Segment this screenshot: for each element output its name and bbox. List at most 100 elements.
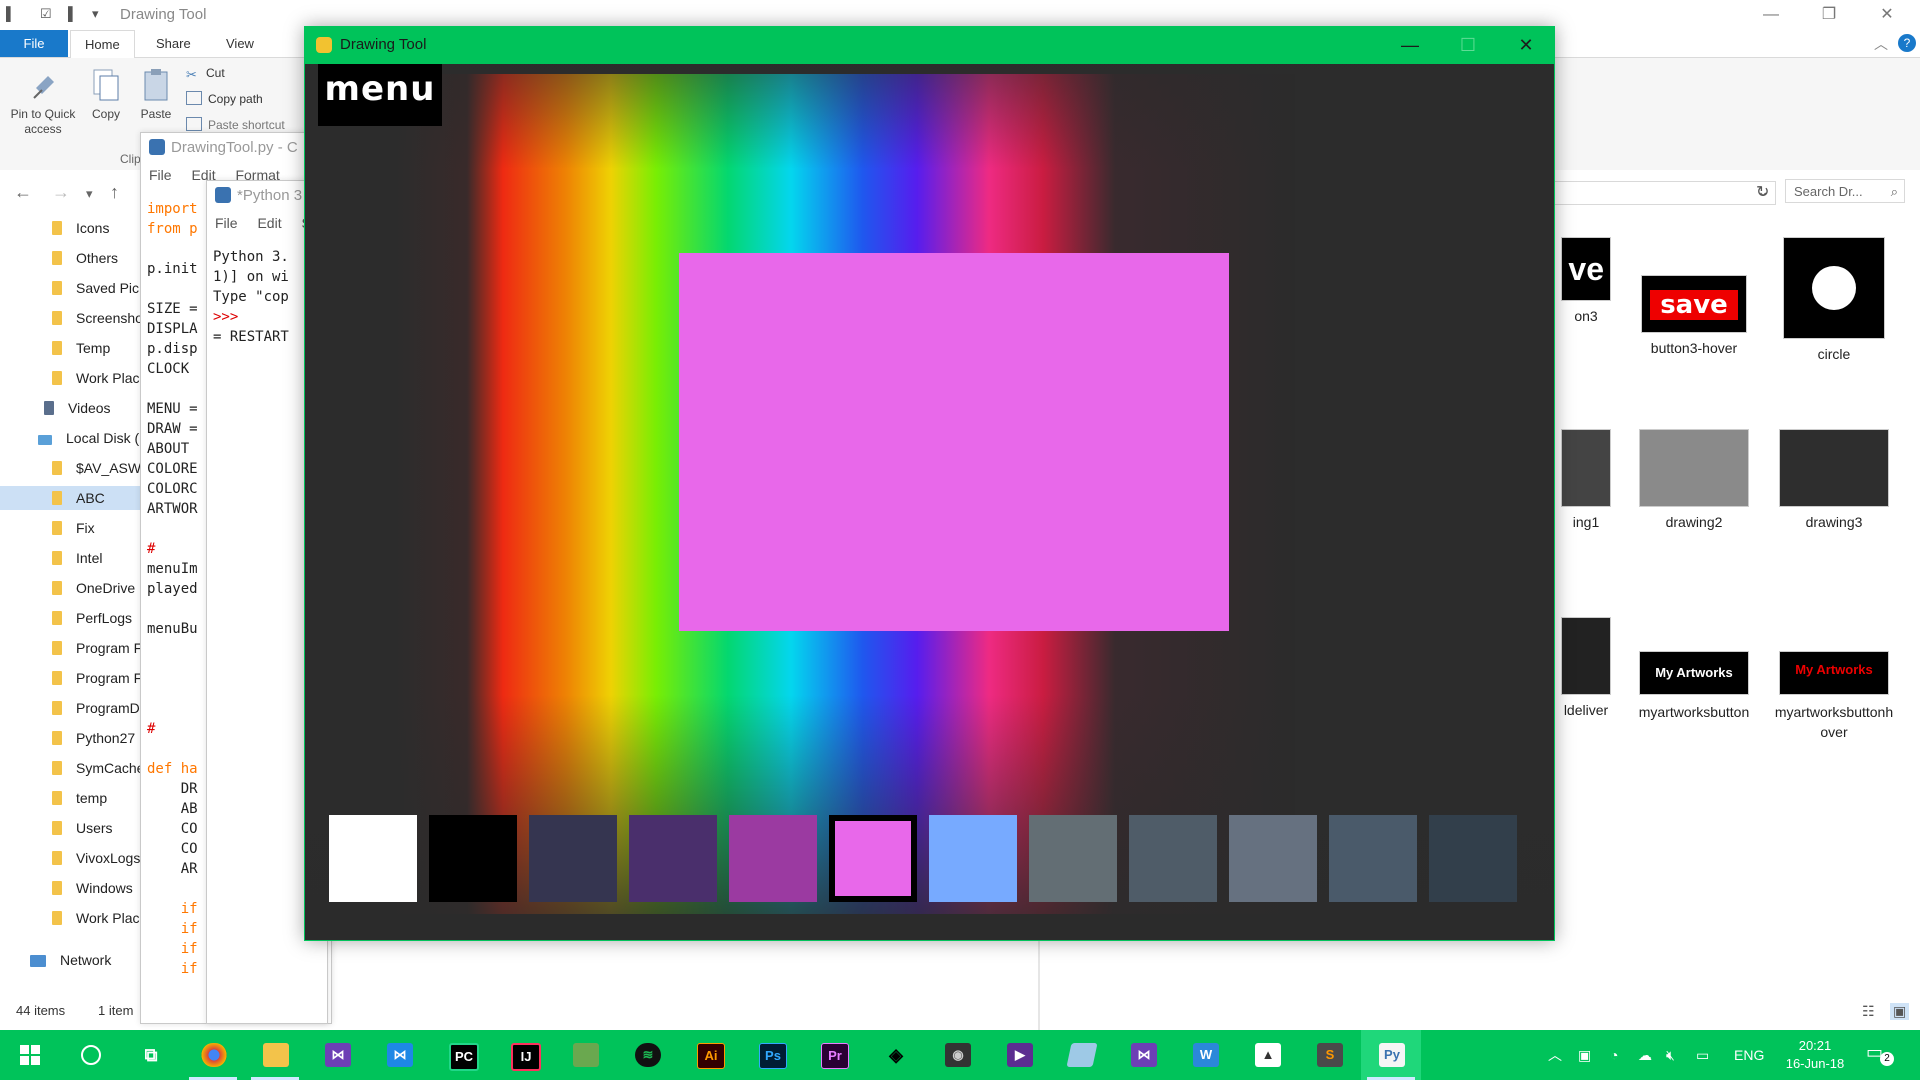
- tab-view[interactable]: View: [212, 30, 268, 57]
- tree-item[interactable]: SymCache: [52, 756, 144, 780]
- taskbar-visual-studio-purple[interactable]: ▶: [989, 1030, 1049, 1080]
- recent-locations-icon[interactable]: ▾: [86, 186, 93, 202]
- tree-item-selected[interactable]: ABC: [0, 486, 140, 510]
- minimize-icon[interactable]: —: [1748, 2, 1794, 28]
- details-view-icon[interactable]: ☷: [1862, 1003, 1875, 1020]
- color-swatch[interactable]: [1329, 815, 1417, 902]
- color-swatch[interactable]: [729, 815, 817, 902]
- minimize-icon[interactable]: —: [1381, 26, 1439, 64]
- onedrive-icon[interactable]: ☁: [1638, 1030, 1652, 1080]
- file-item[interactable]: My Artworks myartworksbuttonhover: [1766, 652, 1902, 742]
- help-icon[interactable]: ?: [1898, 34, 1916, 52]
- color-swatch[interactable]: [1129, 815, 1217, 902]
- close-icon[interactable]: ✕: [1864, 2, 1910, 28]
- tree-item-network[interactable]: Network: [30, 948, 111, 972]
- taskbar-python-idle[interactable]: Py: [1361, 1030, 1421, 1080]
- tree-item[interactable]: VivoxLogs: [52, 846, 140, 870]
- tree-item[interactable]: Temp: [52, 336, 110, 360]
- taskbar-nvidia[interactable]: ◉: [927, 1030, 987, 1080]
- taskbar-vscode[interactable]: ⋈: [369, 1030, 429, 1080]
- tree-item[interactable]: Videos: [44, 396, 111, 420]
- tab-file[interactable]: File: [0, 30, 68, 57]
- code-text-area[interactable]: import from p p.init SIZE = DISPLA p.dis…: [147, 199, 198, 979]
- language-indicator[interactable]: ENG: [1734, 1030, 1764, 1080]
- taskbar-spotify[interactable]: ≋: [617, 1030, 677, 1080]
- file-item[interactable]: circle: [1774, 238, 1894, 362]
- taskbar-file-explorer[interactable]: [245, 1030, 305, 1080]
- file-item[interactable]: save button3-hover: [1634, 276, 1754, 356]
- tree-item[interactable]: Fix: [52, 516, 95, 540]
- properties-icon[interactable]: ☑: [40, 6, 52, 22]
- tree-item[interactable]: Saved Pic: [52, 276, 139, 300]
- color-swatch[interactable]: [1029, 815, 1117, 902]
- taskbar-sublime[interactable]: S: [1299, 1030, 1359, 1080]
- copy-button[interactable]: Copy: [84, 68, 128, 122]
- up-arrow-icon[interactable]: ↑: [110, 182, 119, 203]
- close-icon[interactable]: ✕: [1497, 26, 1555, 64]
- cortana-button[interactable]: [60, 1030, 120, 1080]
- menu-file[interactable]: File: [149, 167, 172, 183]
- tree-item[interactable]: Intel: [52, 546, 102, 570]
- file-item[interactable]: drawing2: [1634, 430, 1754, 530]
- show-hidden-icons-icon[interactable]: ︿: [1548, 1030, 1562, 1080]
- tree-item[interactable]: Local Disk (: [38, 426, 139, 450]
- cut-button[interactable]: ✂ Cut: [186, 64, 225, 82]
- start-button[interactable]: [0, 1030, 60, 1080]
- device-icon[interactable]: ▣: [1578, 1030, 1591, 1080]
- color-swatch[interactable]: [929, 815, 1017, 902]
- color-swatch[interactable]: [829, 815, 917, 902]
- taskbar-unity[interactable]: ◈: [865, 1030, 925, 1080]
- taskbar-illustrator[interactable]: Ai: [679, 1030, 739, 1080]
- back-arrow-icon[interactable]: ←: [14, 182, 32, 203]
- address-field[interactable]: ⌄: [1554, 181, 1776, 205]
- restore-icon[interactable]: ❐: [1806, 2, 1852, 28]
- tree-item[interactable]: Icons: [52, 216, 109, 240]
- menu-button[interactable]: menu: [318, 64, 442, 126]
- tree-item[interactable]: $AV_ASW: [52, 456, 141, 480]
- copy-path-button[interactable]: Copy path: [186, 90, 263, 108]
- tree-item[interactable]: ProgramD: [52, 696, 140, 720]
- file-item[interactable]: ldeliver: [1556, 618, 1616, 718]
- tree-item[interactable]: Users: [52, 816, 113, 840]
- tree-item[interactable]: Work Plac: [52, 366, 140, 390]
- menu-file[interactable]: File: [215, 215, 238, 231]
- tree-item[interactable]: Windows: [52, 876, 133, 900]
- taskbar-minecraft[interactable]: [555, 1030, 615, 1080]
- forward-arrow-icon[interactable]: →: [52, 182, 70, 203]
- menu-edit[interactable]: Edit: [257, 215, 281, 231]
- taskbar-visual-studio[interactable]: ⋈: [307, 1030, 367, 1080]
- collapse-ribbon-icon[interactable]: ︿: [1874, 34, 1888, 54]
- taskbar-visual-studio-2[interactable]: ⋈: [1113, 1030, 1173, 1080]
- clock[interactable]: 20:21 16-Jun-18: [1785, 1037, 1845, 1073]
- wifi-icon[interactable]: ◔: [1610, 1030, 1618, 1080]
- tree-item[interactable]: PerfLogs: [52, 606, 132, 630]
- action-center-button[interactable]: ▭ 2: [1866, 1042, 1894, 1066]
- file-item[interactable]: ve on3: [1556, 238, 1616, 324]
- tree-item[interactable]: temp: [52, 786, 107, 810]
- shell-output[interactable]: Python 3. 1)] on wi Type "cop >>> = REST…: [213, 247, 289, 347]
- tree-item[interactable]: Others: [52, 246, 118, 270]
- drawing-area[interactable]: [679, 253, 1229, 631]
- pin-quick-access-button[interactable]: Pin to Quick access: [6, 68, 80, 137]
- color-swatch[interactable]: [1429, 815, 1517, 902]
- tab-home[interactable]: Home: [70, 30, 135, 59]
- taskbar-pycharm[interactable]: PC: [431, 1030, 491, 1080]
- tree-item[interactable]: Program F: [52, 666, 142, 690]
- taskbar-wunderlist[interactable]: W: [1175, 1030, 1235, 1080]
- new-folder-icon[interactable]: ▌: [68, 6, 77, 22]
- color-swatch[interactable]: [1229, 815, 1317, 902]
- task-view-button[interactable]: ⧉: [120, 1030, 180, 1080]
- taskbar-photoshop[interactable]: Ps: [741, 1030, 801, 1080]
- refresh-icon[interactable]: ↻: [1756, 182, 1769, 202]
- taskbar-premiere[interactable]: Pr: [803, 1030, 863, 1080]
- drawing-canvas-background[interactable]: menu: [305, 64, 1554, 940]
- battery-icon[interactable]: ▭: [1696, 1030, 1709, 1080]
- tab-share[interactable]: Share: [142, 30, 205, 57]
- taskbar-intellij[interactable]: IJ: [493, 1030, 553, 1080]
- file-item[interactable]: drawing3: [1774, 430, 1894, 530]
- file-item[interactable]: ing1: [1556, 430, 1616, 530]
- color-swatch[interactable]: [429, 815, 517, 902]
- taskbar-photos[interactable]: ▲: [1237, 1030, 1297, 1080]
- search-input[interactable]: Search Dr... ⌕: [1785, 179, 1905, 203]
- taskbar-paint[interactable]: [1051, 1030, 1111, 1080]
